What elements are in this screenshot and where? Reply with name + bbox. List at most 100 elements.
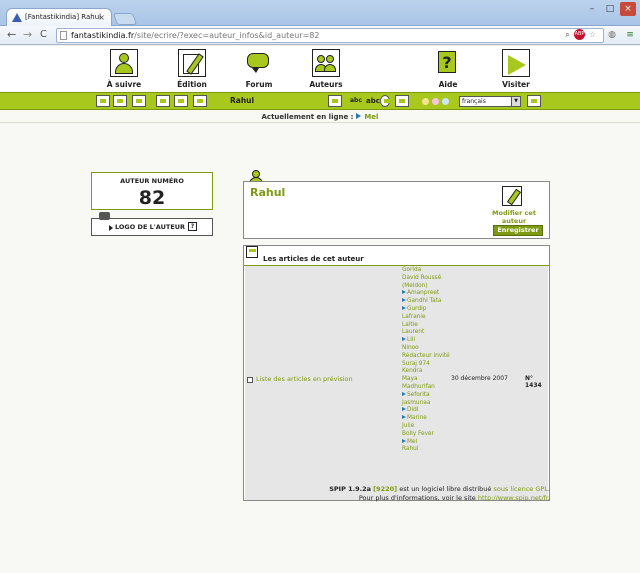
color-swatch-pink[interactable]	[432, 98, 439, 105]
toolbar-search-icon[interactable]	[132, 95, 146, 107]
close-window-button[interactable]: ×	[620, 2, 636, 16]
list-item[interactable]: Laurent	[402, 329, 462, 337]
settings-wrench-icon[interactable]: ≡	[624, 29, 636, 41]
list-item[interactable]: Didi	[402, 407, 462, 415]
toolbar-font-large[interactable]: abc	[366, 97, 380, 105]
online-marker-icon	[402, 391, 406, 396]
menu-forum[interactable]: Forum	[233, 49, 285, 89]
list-item[interactable]: Julie	[402, 423, 462, 431]
author-name-link: (Meldon)	[402, 282, 428, 289]
toolbar-username[interactable]: Rahul	[230, 96, 254, 105]
footer-revision[interactable]: [9220]	[373, 485, 397, 493]
color-swatch-blue[interactable]	[442, 98, 449, 105]
author-name-link: Gandhi Tata	[407, 298, 442, 305]
toolbar-eye-icon[interactable]	[193, 95, 207, 107]
footer-license-link[interactable]: sous licence GPL	[493, 485, 547, 493]
list-item[interactable]: Marine	[402, 415, 462, 423]
toolbar-cursor-icon[interactable]	[113, 95, 127, 107]
author-name-link: Maya	[402, 376, 418, 383]
list-item[interactable]: Amanpreet	[402, 290, 462, 298]
tab-title: [Fantastikindia] Rahul	[25, 13, 102, 21]
toolbar-exit-icon[interactable]	[527, 95, 541, 107]
list-item[interactable]: Seforita	[402, 391, 462, 400]
zoom-magnifier-icon[interactable]: ⌕	[562, 29, 573, 40]
forward-arrow-icon[interactable]: →	[23, 27, 32, 43]
list-item[interactable]: Lili	[402, 337, 462, 345]
list-item[interactable]: Mel	[402, 438, 462, 447]
main-menu: À suivre Édition Forum Auteurs ? Aide Vi…	[0, 46, 640, 91]
list-item[interactable]: Laïtie	[402, 322, 462, 330]
maximize-button[interactable]: □	[602, 2, 618, 16]
list-item[interactable]: Jasmunaa	[402, 400, 462, 408]
toolbar-font-small[interactable]: abc	[350, 97, 362, 104]
tab-close-icon[interactable]: ×	[98, 9, 105, 26]
browser-tab[interactable]: [Fantastikindia] Rahul ×	[6, 8, 112, 27]
adblock-extension-icon[interactable]: ABP	[574, 29, 585, 40]
list-item[interactable]: (Meldon)	[402, 283, 462, 291]
toolbar-mail-icon[interactable]	[174, 95, 188, 107]
menu-auteurs[interactable]: Auteurs	[300, 49, 352, 89]
page-globe-icon[interactable]: ◍	[606, 29, 618, 41]
sub-toolbar: Rahul abc abc français ▼	[0, 92, 640, 110]
toolbar-screen-icon[interactable]	[395, 95, 409, 107]
footer-product: SPIP 1.9.2a	[329, 485, 371, 493]
toolbar-dots-icon[interactable]	[328, 95, 342, 107]
list-item[interactable]: Lafranie	[402, 314, 462, 322]
toolbar-list-icon[interactable]	[156, 95, 170, 107]
author-logo-toggle[interactable]: LOGO DE L'AUTEUR ?	[91, 212, 213, 236]
online-marker-icon	[402, 298, 406, 303]
reload-icon[interactable]: C	[40, 27, 47, 43]
author-name-link: Marine	[407, 415, 427, 422]
online-user-link[interactable]: Mel	[364, 113, 378, 121]
articles-title: Les articles de cet auteur	[263, 255, 364, 263]
url-host: fantastikindia.fr	[71, 31, 135, 40]
menu-aide[interactable]: ? Aide	[422, 49, 474, 89]
logo-label: LOGO DE L'AUTEUR	[115, 223, 186, 231]
save-button[interactable]: Enregistrer	[493, 225, 543, 236]
color-swatch-yellow[interactable]	[422, 98, 429, 105]
menu-label: Visiter	[502, 80, 530, 89]
author-name-link: Suraj 974	[402, 360, 430, 367]
bookmark-star-icon[interactable]: ☆	[587, 29, 598, 40]
footer: SPIP 1.9.2a [9220] est un logiciel libre…	[329, 485, 550, 502]
article-status-icon	[247, 377, 253, 383]
modify-author-icon[interactable]	[502, 186, 522, 206]
help-icon[interactable]: ?	[188, 222, 197, 231]
online-users: Actuellement en ligne : Mel	[0, 111, 640, 123]
person-icon	[110, 49, 138, 77]
list-item[interactable]: Suraj 974	[402, 361, 462, 369]
list-item[interactable]: Rédacteur invité	[402, 353, 462, 361]
toolbar-globe-icon[interactable]	[380, 95, 390, 107]
author-name-link: Laurent	[402, 329, 425, 336]
list-item[interactable]: Gorida	[402, 267, 462, 275]
page-icon	[60, 31, 67, 40]
toolbar-home-icon[interactable]	[96, 95, 110, 107]
author-name-link: Gorida	[402, 267, 422, 273]
author-name-link: Gurdip	[407, 305, 427, 312]
author-number-value: 82	[138, 187, 166, 209]
menu-visiter[interactable]: Visiter	[490, 49, 542, 89]
new-tab-button[interactable]	[112, 13, 138, 25]
list-item[interactable]: Ninoo	[402, 345, 462, 353]
language-select[interactable]: français ▼	[459, 96, 521, 107]
list-item[interactable]: Bolly Fever	[402, 431, 462, 439]
menu-a-suivre[interactable]: À suivre	[98, 49, 150, 89]
list-item[interactable]: Rahul	[402, 446, 462, 454]
footer-site-link[interactable]: http://www.spip.net/fr	[478, 494, 548, 502]
list-item[interactable]: Madhurifan	[402, 384, 462, 392]
address-bar[interactable]: fantastikindia.fr/site/ecrire/?exec=aute…	[56, 28, 604, 43]
menu-edition[interactable]: Édition	[166, 49, 218, 89]
back-arrow-icon[interactable]: ←	[7, 27, 16, 43]
author-name-link: Rahul	[402, 446, 419, 453]
author-name-link: David Roussé	[402, 274, 442, 281]
list-item[interactable]: Gandhi Tata	[402, 298, 462, 306]
modify-author-link[interactable]: Modifier cet auteur	[492, 209, 536, 225]
spip-favicon-icon	[12, 13, 22, 22]
url-path: /site/ecrire/?exec=auteur_infos&id_auteu…	[134, 31, 320, 40]
article-link[interactable]: Liste des articles en prévision	[256, 375, 353, 383]
article-number: N° 1434	[525, 375, 542, 389]
online-label: Actuellement en ligne :	[261, 113, 354, 121]
list-item[interactable]: David Roussé	[402, 275, 462, 283]
list-item[interactable]: Gurdip	[402, 305, 462, 314]
minimize-button[interactable]: –	[584, 2, 600, 16]
